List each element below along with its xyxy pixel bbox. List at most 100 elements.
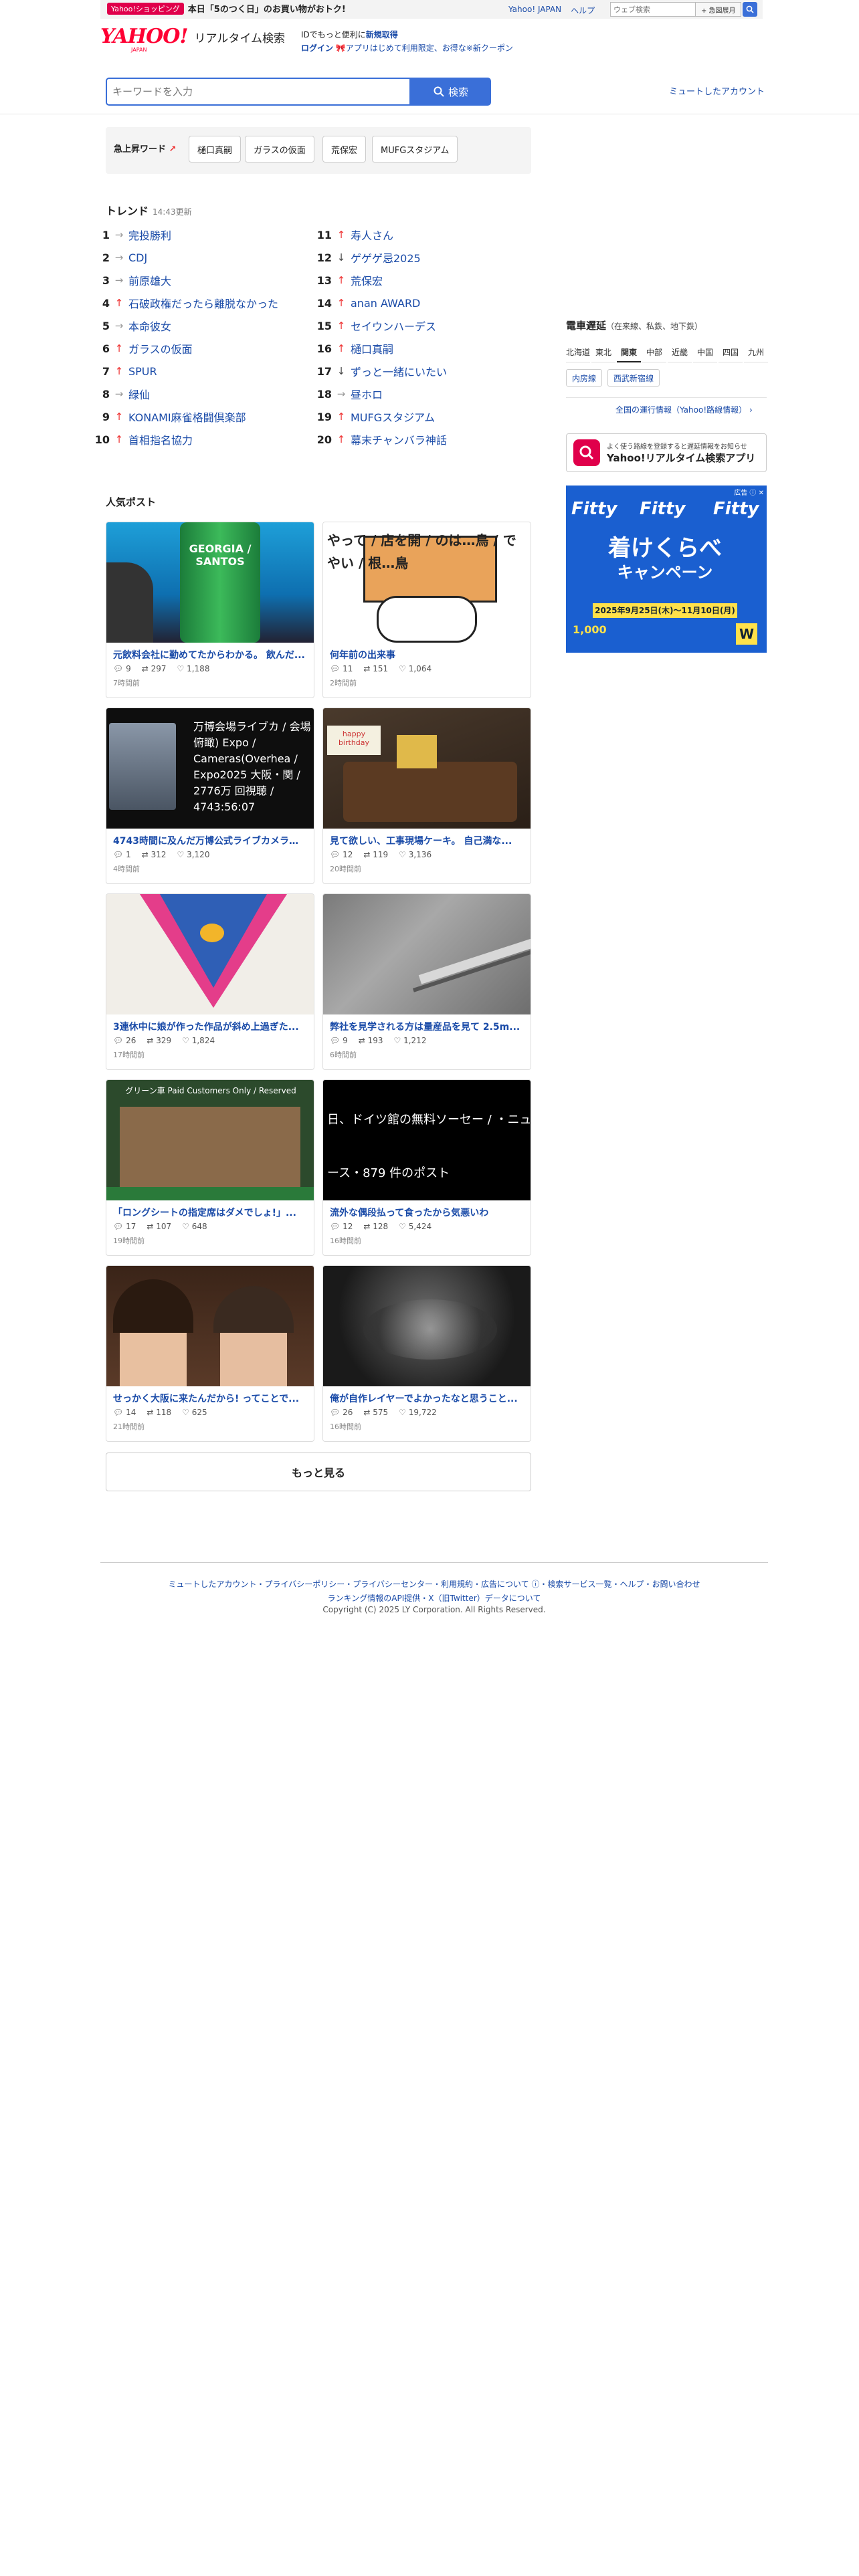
post-title[interactable]: 3連休中に娘が作った作品が斜め上過ぎた...	[113, 1020, 307, 1033]
trend-word-link[interactable]: 本命彼女	[128, 318, 171, 334]
trend-word-link[interactable]: KONAMI麻雀格闘倶楽部	[128, 409, 246, 425]
post-title[interactable]: 見て欲しい、工事現場ケーキ。 自己満な...	[330, 834, 524, 847]
register-link[interactable]: 新規取得	[366, 30, 398, 39]
region-tab[interactable]: 北海道	[566, 342, 590, 362]
trend-item[interactable]: 11 ↑ 寿人さん	[312, 223, 393, 246]
trend-item[interactable]: 9 ↑ KONAMI麻雀格闘倶楽部	[90, 405, 246, 428]
post-title[interactable]: 4743時間に及んだ万博公式ライブカメラが...	[113, 834, 307, 847]
trend-word-link[interactable]: 完投勝利	[128, 227, 171, 243]
search-input[interactable]	[106, 78, 411, 106]
region-tab[interactable]: 九州	[744, 342, 768, 362]
trend-word-link[interactable]: 石破政権だったら離脱なかった	[128, 295, 278, 311]
post-title[interactable]: せっかく大阪に来たんだから! ってことで...	[113, 1392, 307, 1405]
trend-word-link[interactable]: 寿人さん	[351, 227, 393, 243]
search-button[interactable]: 検索	[411, 78, 491, 106]
footer-links[interactable]: ミュートしたアカウント・プライバシーポリシー・プライバシーセンター・利用規約・広…	[100, 1578, 768, 1590]
trend-item[interactable]: 17 ↓ ずっと一緒にいたい	[312, 360, 447, 383]
heart-icon: ♡	[399, 664, 406, 673]
trend-item[interactable]: 4 ↑ 石破政権だったら離脱なかった	[90, 292, 278, 314]
web-search-input[interactable]	[610, 2, 696, 17]
trend-item[interactable]: 7 ↑ SPUR	[90, 360, 157, 383]
post-title[interactable]: 何年前の出来事	[330, 648, 524, 661]
surge-word-chip[interactable]: ガラスの仮面	[245, 136, 314, 163]
trend-item[interactable]: 19 ↑ MUFGスタジアム	[312, 405, 435, 428]
trend-item[interactable]: 5 → 本命彼女	[90, 314, 171, 337]
trend-word-link[interactable]: 緑仙	[128, 386, 150, 402]
footer-links-secondary[interactable]: ランキング情報のAPI提供・X（旧Twitter）データについて	[100, 1592, 768, 1604]
trend-word-link[interactable]: 首相指名協力	[128, 431, 193, 447]
trend-item[interactable]: 20 ↑ 幕末チャンバラ神話	[312, 428, 447, 451]
delayed-line-chip[interactable]: 内房線	[566, 369, 603, 387]
post-card[interactable]: グリーン車 Paid Customers Only / Reserved 「ロン…	[106, 1079, 314, 1256]
ad-campaign: キャンペーン	[617, 563, 713, 582]
trend-item[interactable]: 3 → 前原雄大	[90, 269, 171, 292]
post-title[interactable]: 流外な偶段払って食ったから気悪いわ	[330, 1206, 524, 1219]
region-tab[interactable]: 四国	[719, 342, 743, 362]
muted-accounts-link[interactable]: ミュートしたアカウント	[669, 84, 765, 97]
post-title[interactable]: 元飲料会社に勤めてたからわかる。 飲んだ...	[113, 648, 307, 661]
reply-count: 💬︎ 26	[330, 1408, 353, 1417]
trend-word-link[interactable]: 昼ホロ	[351, 386, 383, 402]
trend-rank: 14	[316, 296, 332, 310]
trend-item[interactable]: 14 ↑ anan AWARD	[312, 292, 421, 314]
post-card[interactable]: GEORGIA / SANTOS 元飲料会社に勤めてたからわかる。 飲んだ...…	[106, 522, 314, 698]
train-info-link[interactable]: 全国の運行情報（Yahoo!路線情報） ›	[615, 404, 753, 415]
post-card[interactable]: 俺が自作レイヤーでよかったなと思うこと... 💬︎ 26 ⇄ 575 ♡ 19,…	[322, 1265, 531, 1442]
login-link[interactable]: ログイン	[301, 43, 333, 53]
trend-item[interactable]: 8 → 緑仙	[90, 383, 150, 405]
trend-word-link[interactable]: 幕末チャンバラ神話	[351, 431, 447, 447]
trend-word-link[interactable]: anan AWARD	[351, 297, 420, 310]
app-coupon-link[interactable]: アプリはじめて利用限定、お得な※新クーポン	[346, 43, 513, 53]
help-link[interactable]: ヘルプ	[571, 5, 595, 16]
trend-item[interactable]: 15 ↑ セイウンハーデス	[312, 314, 436, 337]
post-card[interactable]: 3連休中に娘が作った作品が斜め上過ぎた... 💬︎ 26 ⇄ 329 ♡ 1,8…	[106, 893, 314, 1070]
surge-word-chip[interactable]: 樋口真嗣	[189, 136, 242, 163]
trend-item[interactable]: 16 ↑ 樋口真嗣	[312, 337, 393, 360]
trend-item[interactable]: 13 ↑ 荒保宏	[312, 269, 383, 292]
post-card[interactable]: happy birthday 見て欲しい、工事現場ケーキ。 自己満な... 💬︎…	[322, 708, 531, 884]
region-tab[interactable]: 近畿	[668, 342, 692, 362]
trend-word-link[interactable]: CDJ	[128, 251, 147, 264]
post-title[interactable]: 俺が自作レイヤーでよかったなと思うこと...	[330, 1392, 524, 1405]
trend-word-link[interactable]: SPUR	[128, 365, 157, 378]
yahoo-japan-link[interactable]: Yahoo! JAPAN	[508, 5, 561, 16]
post-card[interactable]: 万博会場ライブカ / 会場俯瞰) Expo / Cameras(Overhea …	[106, 708, 314, 884]
trend-item[interactable]: 18 → 昼ホロ	[312, 383, 383, 405]
post-card[interactable]: 日、ドイツ館の無料ソーセー / ・ニュース・879 件のポスト 流外な偶段払って…	[322, 1079, 531, 1256]
region-tab[interactable]: 中国	[693, 342, 717, 362]
trend-word-link[interactable]: 樋口真嗣	[351, 340, 393, 356]
advertisement[interactable]: 広告 ⓘ ✕ Fitty Fitty Fitty 着けくらべ キャンペーン 20…	[566, 486, 767, 653]
trend-word-link[interactable]: ゲゲゲ忌2025	[351, 249, 421, 265]
more-posts-button[interactable]: もっと見る	[106, 1453, 531, 1491]
region-tab-selected[interactable]: 関東	[617, 342, 641, 362]
post-card[interactable]: 弊社を見学される方は量産品を見て 2.5m... 💬︎ 9 ⇄ 193 ♡ 1,…	[322, 893, 531, 1070]
web-search-option[interactable]: + 急図展月	[696, 2, 742, 17]
trend-item[interactable]: 12 ↓ ゲゲゲ忌2025	[312, 246, 421, 269]
post-card[interactable]: せっかく大阪に来たんだから! ってことで... 💬︎ 14 ⇄ 118 ♡ 62…	[106, 1265, 314, 1442]
trend-word-link[interactable]: 前原雄大	[128, 272, 171, 288]
trend-word-link[interactable]: ガラスの仮面	[128, 340, 193, 356]
surge-word-chip[interactable]: MUFGスタジアム	[372, 136, 458, 163]
trend-item[interactable]: 10 ↑ 首相指名協力	[90, 428, 193, 451]
app-banner[interactable]: よく使う路線を登録すると遅延情報をお知らせ Yahoo!リアルタイム検索アプリ	[566, 433, 767, 472]
web-search-button[interactable]	[743, 2, 757, 17]
trend-item[interactable]: 2 → CDJ	[90, 246, 147, 269]
trend-word-link[interactable]: セイウンハーデス	[351, 318, 436, 334]
site-logo[interactable]: YAHOO! JAPAN リアルタイム検索	[100, 27, 285, 53]
trend-word-link[interactable]: 荒保宏	[351, 272, 383, 288]
trend-word-link[interactable]: ずっと一緒にいたい	[351, 363, 447, 379]
post-card[interactable]: やって / 店を開 / のは…鳥 / でやい / 根…鳥 何年前の出来事 💬︎ …	[322, 522, 531, 698]
post-title[interactable]: 弊社を見学される方は量産品を見て 2.5m...	[330, 1020, 524, 1033]
post-title[interactable]: 「ロングシートの指定席はダメでしょ!」...	[113, 1206, 307, 1219]
surge-word-chip[interactable]: 荒保宏	[322, 136, 367, 163]
region-tab[interactable]: 中部	[642, 342, 666, 362]
delayed-line-chip[interactable]: 西武新宿線	[607, 369, 660, 387]
arrow-flat-icon: →	[114, 251, 124, 263]
trend-item[interactable]: 6 ↑ ガラスの仮面	[90, 337, 193, 360]
arrow-flat-icon: →	[114, 320, 124, 332]
shopping-promo[interactable]: Yahoo!ショッピング 本日「5のつく日」のお買い物がおトク!	[107, 2, 346, 15]
region-tab[interactable]: 東北	[591, 342, 615, 362]
trend-word-link[interactable]: MUFGスタジアム	[351, 409, 435, 425]
trend-item[interactable]: 1 → 完投勝利	[90, 223, 171, 246]
popular-posts-heading: 人気ポスト	[106, 496, 157, 508]
